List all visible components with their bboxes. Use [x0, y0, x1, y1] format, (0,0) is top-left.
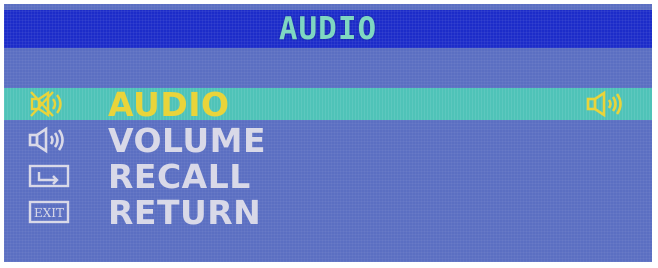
osd-menu-panel: AUDIO AUDIO VOLUME RECALL EXIT RETURN — [4, 4, 652, 262]
menu-title: AUDIO — [278, 11, 378, 47]
menu-item-label: AUDIO — [108, 84, 230, 124]
menu-item-label: VOLUME — [108, 120, 267, 160]
exit-icon: EXIT — [26, 197, 72, 227]
menu-item-label: RECALL — [108, 156, 251, 196]
menu-list: AUDIO VOLUME RECALL EXIT RETURN — [4, 88, 652, 230]
speaker-volume-icon — [26, 125, 72, 155]
menu-item-recall[interactable]: RECALL — [4, 158, 652, 194]
menu-item-audio[interactable]: AUDIO — [4, 84, 652, 124]
speaker-muted-icon — [26, 89, 72, 119]
exit-icon-text: EXIT — [34, 206, 64, 220]
menu-item-label: RETURN — [108, 192, 262, 232]
menu-item-return[interactable]: EXIT RETURN — [4, 194, 652, 230]
recall-icon — [26, 161, 72, 191]
title-bar: AUDIO — [4, 10, 652, 48]
menu-item-volume[interactable]: VOLUME — [4, 122, 652, 158]
speaker-on-icon — [582, 89, 632, 119]
